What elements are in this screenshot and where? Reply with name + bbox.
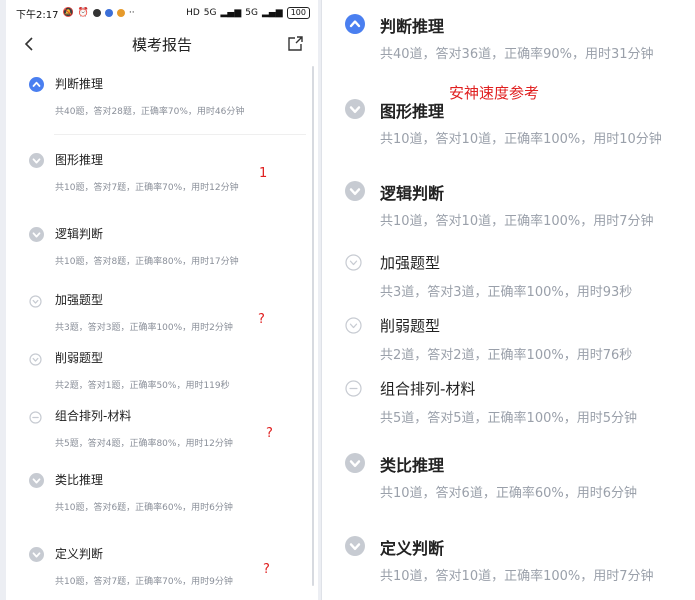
section-title: 逻辑判断 — [55, 227, 104, 241]
report-row[interactable]: 加强题型共3题，答对3题，正确率100%，用时2分钟 — [6, 288, 318, 338]
chevron-up-circle-icon[interactable] — [345, 14, 365, 34]
chevron-down-circle-icon[interactable] — [29, 153, 44, 168]
reference-row[interactable]: 图形推理共10道，答对10道，正确率100%，用时10分钟 — [322, 98, 695, 168]
section-title: 定义判断 — [55, 547, 104, 561]
section-stats: 共2道，答对2道，正确率100%，用时76秒 — [380, 348, 633, 363]
reference-row[interactable]: 逻辑判断共10道，答对10道，正确率100%，用时7分钟 — [322, 180, 695, 250]
section-stats: 共40道，答对36道，正确率90%，用时31分钟 — [380, 47, 654, 62]
section-stats: 共3题，答对3题，正确率100%，用时2分钟 — [55, 323, 233, 333]
section-title: 类比推理 — [380, 456, 445, 475]
back-button[interactable] — [18, 33, 40, 55]
section-title: 逻辑判断 — [380, 184, 445, 203]
minus-circle-icon[interactable] — [345, 380, 365, 400]
section-stats: 共10题，答对8题，正确率80%，用时17分钟 — [55, 257, 239, 267]
chevron-down-outline-icon[interactable] — [29, 351, 44, 366]
share-icon — [288, 36, 303, 51]
reference-row[interactable]: 类比推理共10道，答对6道，正确率60%，用时6分钟 — [322, 452, 695, 522]
reference-row[interactable]: 组合排列-材料共5道，答对5道，正确率100%，用时5分钟 — [322, 378, 695, 448]
page-title: 模考报告 — [131, 35, 192, 54]
chevron-down-circle-icon[interactable] — [29, 227, 44, 242]
section-stats: 共10道，答对10道，正确率100%，用时10分钟 — [380, 132, 662, 147]
report-row[interactable]: 定义判断共10题，答对7题，正确率70%，用时9分钟 — [6, 542, 318, 592]
mute-icon: 🔕 — [62, 8, 74, 18]
section-title: 削弱题型 — [55, 351, 104, 365]
report-row[interactable]: 图形推理共10题，答对7题，正确率70%，用时12分钟 — [6, 148, 318, 198]
section-stats: 共10道，答对10道，正确率100%，用时7分钟 — [380, 569, 654, 584]
report-row[interactable]: 类比推理共10题，答对6题，正确率60%，用时6分钟 — [6, 468, 318, 518]
annotation-question-1: ? — [258, 312, 265, 327]
chevron-down-circle-icon[interactable] — [29, 547, 44, 562]
annotation-number: 1 — [259, 166, 268, 181]
section-stats: 共10题，答对7题，正确率70%，用时9分钟 — [55, 577, 233, 587]
phone-screenshot-frame: 下午2:17 🔕 ⏰ ·· HD 5G ▂▄▆ 5G ▂▄▆ 100 模考报告 … — [0, 0, 322, 600]
section-stats: 共5题，答对4题，正确率80%，用时12分钟 — [55, 439, 233, 449]
section-title: 削弱题型 — [380, 317, 441, 335]
status-time: 下午2:17 — [16, 9, 59, 21]
reference-row[interactable]: 定义判断共10道，答对10道，正确率100%，用时7分钟 — [322, 535, 695, 600]
app-notification-icon-2 — [104, 9, 113, 17]
chevron-down-outline-icon[interactable] — [345, 317, 365, 337]
signal-bars-icon-2: ▂▄▆ — [261, 8, 283, 18]
section-title: 定义判断 — [380, 539, 445, 558]
chevron-up-circle-icon[interactable] — [29, 77, 44, 92]
signal-bars-icon: ▂▄▆ — [220, 8, 242, 18]
signal-icon-2: 5G — [245, 8, 258, 18]
report-row[interactable]: 判断推理共40题，答对28题，正确率70%，用时46分钟 — [6, 72, 318, 135]
scrollbar[interactable] — [312, 66, 314, 586]
chevron-left-icon — [24, 37, 33, 51]
minus-circle-icon[interactable] — [29, 409, 44, 424]
section-stats: 共10道，答对6道，正确率60%，用时6分钟 — [380, 486, 637, 501]
section-title: 图形推理 — [380, 102, 445, 121]
hd-icon: HD — [186, 8, 200, 18]
chevron-down-circle-icon[interactable] — [345, 181, 365, 201]
chevron-down-circle-icon[interactable] — [345, 453, 365, 473]
reference-annotation: 安神速度参考 — [449, 84, 540, 102]
chevron-down-circle-icon[interactable] — [345, 536, 365, 556]
more-notifications-icon: ·· — [128, 8, 135, 18]
alarm-icon: ⏰ — [77, 8, 89, 18]
section-title: 加强题型 — [55, 293, 104, 307]
reference-row[interactable]: 加强题型共3道，答对3道，正确率100%，用时93秒 — [322, 252, 695, 322]
section-title: 加强题型 — [380, 254, 441, 272]
section-stats: 共10题，答对6题，正确率60%，用时6分钟 — [55, 503, 233, 513]
chevron-down-circle-icon[interactable] — [29, 473, 44, 488]
status-right: HD 5G ▂▄▆ 5G ▂▄▆ 100 — [186, 7, 310, 19]
section-title: 判断推理 — [380, 17, 445, 36]
status-bar: 下午2:17 🔕 ⏰ ·· HD 5G ▂▄▆ 5G ▂▄▆ 100 — [6, 0, 318, 26]
share-button[interactable] — [284, 33, 306, 55]
divider — [54, 134, 306, 135]
section-stats: 共2题，答对1题，正确率50%，用时119秒 — [55, 381, 230, 391]
report-row[interactable]: 逻辑判断共10题，答对8题，正确率80%，用时17分钟 — [6, 222, 318, 272]
section-stats: 共10道，答对10道，正确率100%，用时7分钟 — [380, 214, 654, 229]
status-left: 下午2:17 🔕 ⏰ ·· — [16, 6, 135, 21]
section-title: 判断推理 — [55, 77, 104, 91]
reference-panel: 判断推理共40道，答对36道，正确率90%，用时31分钟图形推理共10道，答对1… — [322, 0, 695, 600]
section-title: 类比推理 — [55, 473, 104, 487]
report-row[interactable]: 削弱题型共2题，答对1题，正确率50%，用时119秒 — [6, 346, 318, 396]
nav-bar: 模考报告 — [6, 26, 318, 62]
signal-icon: 5G — [203, 8, 217, 18]
chevron-down-outline-icon[interactable] — [29, 293, 44, 308]
app-notification-icon — [92, 9, 101, 17]
annotation-question-2: ? — [266, 426, 273, 441]
section-stats: 共10题，答对7题，正确率70%，用时12分钟 — [55, 183, 239, 193]
phone-screen: 下午2:17 🔕 ⏰ ·· HD 5G ▂▄▆ 5G ▂▄▆ 100 模考报告 … — [6, 0, 318, 600]
section-stats: 共5道，答对5道，正确率100%，用时5分钟 — [380, 411, 637, 426]
section-stats: 共40题，答对28题，正确率70%，用时46分钟 — [55, 107, 245, 117]
app-notification-icon-3 — [116, 9, 125, 17]
reference-row[interactable]: 判断推理共40道，答对36道，正确率90%，用时31分钟 — [322, 13, 695, 83]
section-stats: 共3道，答对3道，正确率100%，用时93秒 — [380, 285, 633, 300]
chevron-down-circle-icon[interactable] — [345, 99, 365, 119]
annotation-question-3: ? — [263, 562, 270, 577]
section-title: 组合排列-材料 — [380, 380, 476, 398]
section-title: 图形推理 — [55, 153, 104, 167]
battery-icon: 100 — [286, 7, 310, 19]
reference-row[interactable]: 削弱题型共2道，答对2道，正确率100%，用时76秒 — [322, 315, 695, 385]
section-title: 组合排列-材料 — [55, 409, 132, 423]
chevron-down-outline-icon[interactable] — [345, 254, 365, 274]
